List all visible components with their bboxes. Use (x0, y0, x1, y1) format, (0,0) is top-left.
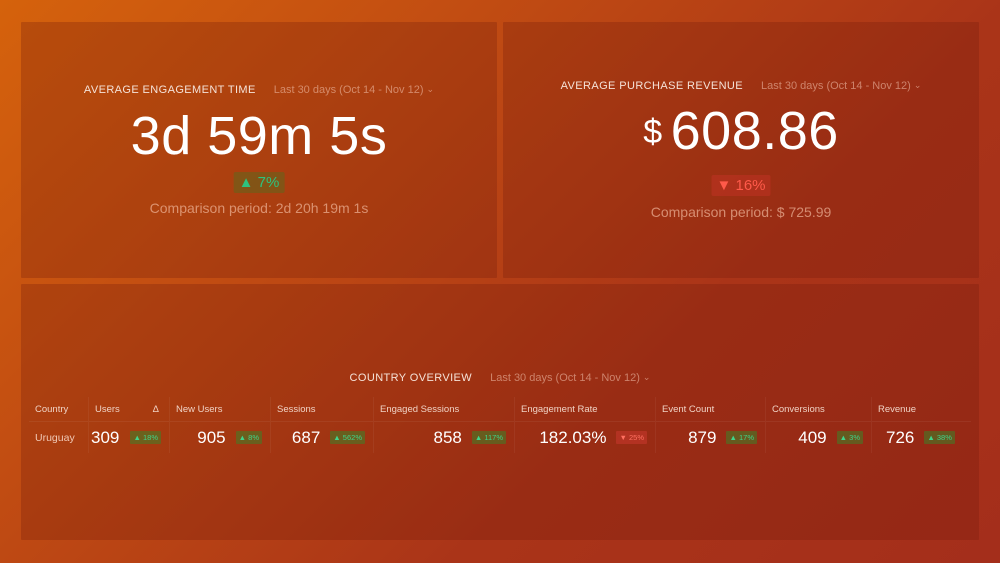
date-range-label: Last 30 days (Oct 14 - Nov 12) (273, 84, 424, 96)
change-badge: ▲ 8% (235, 431, 262, 444)
column-users: Users Δ 309 ▲ 18% (89, 397, 170, 453)
table-cell: 905 ▲ 8% (170, 422, 270, 453)
header-label: Sessions (277, 403, 316, 415)
chevron-down-icon: ⌄ (642, 372, 651, 382)
column-country: Country Uruguay (29, 397, 89, 453)
country-table: Country Uruguay Users Δ 309 ▲ 18% New Us… (29, 397, 971, 453)
change-badge: ▲ 38% (924, 431, 955, 444)
change-badge: ▼ 25% (616, 431, 647, 444)
column-header[interactable]: Sessions (271, 397, 373, 422)
widget-header: AVERAGE ENGAGEMENT TIME Last 30 days (Oc… (21, 84, 497, 96)
widget-title: COUNTRY OVERVIEW (349, 372, 473, 384)
widget-title: AVERAGE PURCHASE REVENUE (560, 80, 744, 92)
column-new-users: New Users 905 ▲ 8% (170, 397, 271, 453)
change-badge: ▲ 117% (471, 431, 506, 444)
cell-value: 726 (886, 427, 915, 447)
column-engaged-sessions: Engaged Sessions 858 ▲ 117% (374, 397, 515, 453)
comparison-text: Comparison period: $ 725.99 (650, 204, 832, 220)
header-label: Conversions (772, 403, 825, 415)
table-cell: 687 ▲ 562% (271, 422, 373, 453)
header-label: Country (35, 403, 69, 415)
cell-value: 879 (688, 427, 717, 447)
change-badge: ▲ 17% (726, 431, 757, 444)
currency-symbol: $ (643, 113, 663, 151)
table-cell: 182.03% ▼ 25% (515, 422, 655, 453)
cell-value: 409 (798, 427, 827, 447)
table-cell: 879 ▲ 17% (656, 422, 765, 453)
kpi-value: 3d 59m 5s (130, 106, 388, 166)
table-cell: 858 ▲ 117% (374, 422, 514, 453)
header-label: Revenue (878, 403, 917, 415)
kpi-value: $608.86 (503, 100, 979, 162)
date-range-dropdown[interactable]: Last 30 days (Oct 14 - Nov 12) ⌄ (274, 84, 434, 96)
widget-title: AVERAGE ENGAGEMENT TIME (83, 84, 256, 96)
table-cell-country: Uruguay (35, 431, 75, 444)
change-badge: ▲ 562% (330, 431, 365, 444)
header-label: Event Count (662, 403, 715, 415)
column-header[interactable]: Conversions (766, 397, 871, 422)
kpi-number: 608.86 (670, 101, 839, 161)
column-revenue: Revenue 726 ▲ 38% (872, 397, 971, 453)
chevron-down-icon: ⌄ (913, 80, 922, 90)
change-badge: ▼ 16% (711, 175, 771, 196)
date-range-dropdown[interactable]: Last 30 days (Oct 14 - Nov 12) ⌄ (490, 372, 650, 384)
header-label: New Users (176, 403, 223, 415)
change-badge: ▲ 7% (233, 172, 285, 193)
column-header[interactable]: Users Δ (89, 397, 169, 422)
column-header[interactable]: Country (29, 397, 88, 422)
column-header[interactable]: New Users (170, 397, 270, 422)
chevron-down-icon: ⌄ (426, 84, 435, 94)
column-event-count: Event Count 879 ▲ 17% (656, 397, 766, 453)
header-label: Engaged Sessions (380, 403, 460, 415)
change-badge: ▲ 18% (130, 431, 161, 444)
country-overview-widget: COUNTRY OVERVIEW Last 30 days (Oct 14 - … (21, 284, 979, 540)
date-range-dropdown[interactable]: Last 30 days (Oct 14 - Nov 12) ⌄ (761, 80, 921, 92)
column-header[interactable]: Engaged Sessions (374, 397, 514, 422)
column-header[interactable]: Revenue (872, 397, 971, 422)
cell-value: 309 (91, 427, 120, 447)
header-label: Users (95, 403, 120, 415)
column-conversions: Conversions 409 ▲ 3% (766, 397, 872, 453)
cell-value: 858 (433, 427, 462, 447)
table-cell: 409 ▲ 3% (766, 422, 871, 453)
column-header[interactable]: Engagement Rate (515, 397, 655, 422)
widget-header: COUNTRY OVERVIEW Last 30 days (Oct 14 - … (21, 372, 979, 384)
comparison-text: Comparison period: 2d 20h 19m 1s (149, 200, 369, 216)
column-sessions: Sessions 687 ▲ 562% (271, 397, 374, 453)
cell-value: 905 (197, 427, 226, 447)
delta-sort-icon[interactable]: Δ (153, 404, 159, 415)
purchase-revenue-widget: AVERAGE PURCHASE REVENUE Last 30 days (O… (503, 22, 979, 278)
cell-value: 182.03% (539, 427, 607, 447)
engagement-time-widget: AVERAGE ENGAGEMENT TIME Last 30 days (Oc… (21, 22, 497, 278)
date-range-label: Last 30 days (Oct 14 - Nov 12) (490, 372, 640, 384)
table-cell: 309 ▲ 18% (89, 422, 169, 453)
column-header[interactable]: Event Count (656, 397, 765, 422)
cell-value: 687 (291, 427, 321, 447)
header-label: Engagement Rate (521, 403, 598, 415)
table-cell: 726 ▲ 38% (872, 422, 971, 453)
widget-header: AVERAGE PURCHASE REVENUE Last 30 days (O… (503, 80, 979, 92)
column-engagement-rate: Engagement Rate 182.03% ▼ 25% (515, 397, 656, 453)
date-range-label: Last 30 days (Oct 14 - Nov 12) (761, 80, 911, 92)
change-badge: ▲ 3% (836, 431, 863, 444)
